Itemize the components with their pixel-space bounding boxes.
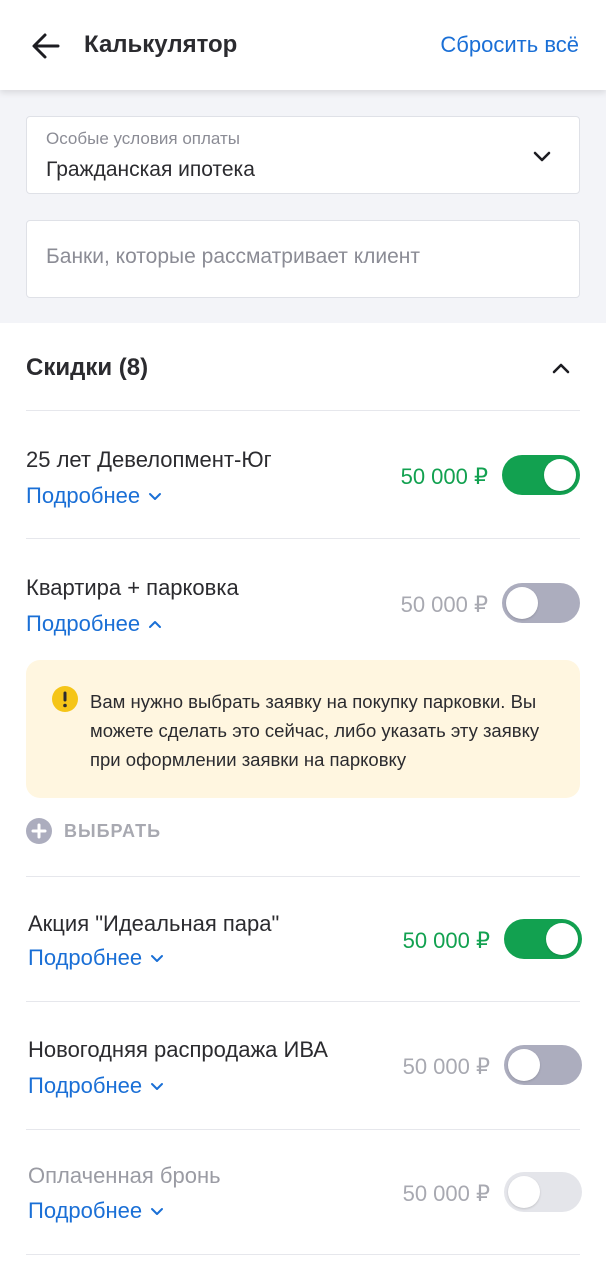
discounts-title: Скидки (8) [26, 354, 149, 381]
parking-warning: Вам нужно выбрать заявку на покупку парк… [26, 660, 580, 798]
app-header: Калькулятор Сбросить всё [0, 0, 606, 90]
toggle-knob [508, 1049, 540, 1081]
more-link-label: Подробнее [26, 611, 141, 636]
discount-amount: 50 000 ₽ [400, 464, 488, 489]
banks-input[interactable] [46, 245, 556, 269]
plus-circle-icon [26, 818, 52, 844]
chevron-down-icon [151, 1208, 164, 1215]
chevron-down-icon [533, 151, 551, 162]
banks-field[interactable] [26, 220, 580, 298]
payment-conditions-select[interactable]: Особые условия оплаты Гражданская ипотек… [26, 116, 580, 194]
chevron-up-icon [149, 621, 162, 628]
discount-row: Оплаченная бронь Подробнее 50 000 ₽ [26, 1130, 582, 1255]
more-link-label: Подробнее [28, 1198, 143, 1223]
page-title: Калькулятор [84, 31, 238, 58]
arrow-left-icon [32, 33, 60, 59]
discount-title: Новогодняя распродажа ИВА [28, 1037, 328, 1062]
discount-toggle[interactable] [502, 583, 580, 623]
reset-all-button[interactable]: Сбросить всё [440, 32, 579, 58]
chevron-down-icon [151, 1083, 164, 1090]
more-link-label: Подробнее [28, 1073, 143, 1098]
toggle-knob [546, 923, 578, 955]
warning-icon [52, 686, 78, 712]
discount-title: Акция "Идеальная пара" [28, 911, 280, 936]
chevron-down-icon [151, 955, 164, 962]
chevron-down-icon [149, 493, 162, 500]
discount-title: 25 лет Девелопмент-Юг [26, 447, 272, 472]
toggle-knob [506, 587, 538, 619]
more-link[interactable]: Подробнее [28, 1073, 164, 1099]
more-link[interactable]: Подробнее [28, 1198, 164, 1224]
payment-conditions-label: Особые условия оплаты [46, 129, 240, 148]
discount-title: Квартира + парковка [26, 575, 239, 600]
toggle-knob [544, 459, 576, 491]
payment-conditions-value: Гражданская ипотека [46, 158, 255, 181]
discount-toggle[interactable] [504, 1045, 582, 1085]
discount-row: 25 лет Девелопмент-Юг Подробнее 50 000 ₽ [26, 411, 580, 539]
toggle-knob [508, 1176, 540, 1208]
discount-amount: 50 000 ₽ [402, 1054, 490, 1079]
more-link-label: Подробнее [26, 483, 141, 508]
discount-row: Акция "Идеальная пара" Подробнее 50 000 … [26, 877, 582, 1002]
discount-amount: 50 000 ₽ [402, 1181, 490, 1206]
discount-amount: 50 000 ₽ [402, 928, 490, 953]
warning-text: Вам нужно выбрать заявку на покупку парк… [90, 691, 540, 770]
more-link[interactable]: Подробнее [26, 611, 162, 637]
chevron-up-icon [552, 363, 570, 374]
discount-title: Оплаченная бронь [28, 1163, 221, 1188]
discount-row: Новогодняя распродажа ИВА Подробнее 50 0… [26, 1002, 582, 1130]
more-link-label: Подробнее [28, 945, 143, 970]
choose-label: ВЫБРАТЬ [64, 820, 162, 841]
more-link[interactable]: Подробнее [26, 483, 162, 509]
discount-amount: 50 000 ₽ [400, 592, 488, 617]
filters-panel: Особые условия оплаты Гражданская ипотек… [0, 90, 606, 323]
discount-toggle [504, 1172, 582, 1212]
more-link[interactable]: Подробнее [28, 945, 164, 971]
discount-toggle[interactable] [504, 919, 582, 959]
choose-button[interactable]: ВЫБРАТЬ [26, 818, 161, 844]
back-button[interactable] [28, 28, 64, 64]
discount-toggle[interactable] [502, 455, 580, 495]
discounts-section-header[interactable]: Скидки (8) [26, 323, 580, 411]
